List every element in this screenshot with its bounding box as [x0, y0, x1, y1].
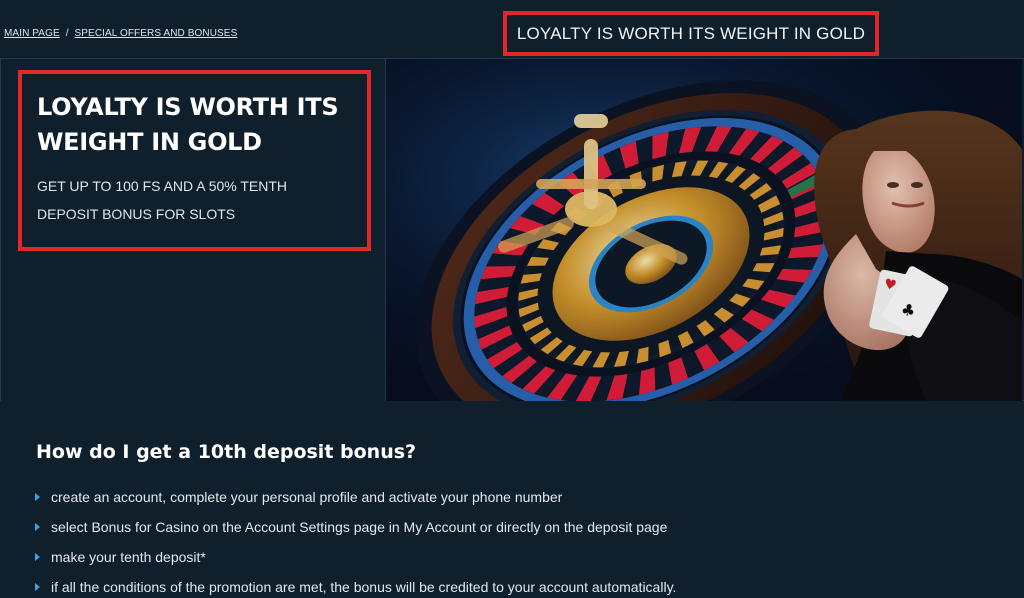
- bullet-triangle-icon: [35, 493, 40, 501]
- bullet-triangle-icon: [35, 553, 40, 561]
- promo-hero: LOYALTY IS WORTH ITS WEIGHT IN GOLD GET …: [0, 58, 1024, 401]
- hero-heading-line-2: WEIGHT IN GOLD: [37, 128, 262, 156]
- hero-heading-line-1: LOYALTY IS WORTH ITS: [37, 93, 339, 121]
- list-item: select Bonus for Casino on the Account S…: [34, 517, 676, 547]
- roulette-illustration: ♥ ♣: [386, 59, 1022, 401]
- instructions-list: create an account, complete your persona…: [34, 487, 676, 598]
- breadcrumb-separator: /: [65, 28, 69, 39]
- hero-subheading: GET UP TO 100 FS AND A 50% TENTH DEPOSIT…: [37, 178, 288, 222]
- bullet-triangle-icon: [35, 583, 40, 591]
- hero-image: ♥ ♣: [386, 59, 1022, 401]
- hero-heading: LOYALTY IS WORTH ITS WEIGHT IN GOLD: [37, 90, 353, 160]
- list-item: make your tenth deposit*: [34, 547, 676, 577]
- list-item: create an account, complete your persona…: [34, 487, 676, 517]
- breadcrumb: MAIN PAGE / SPECIAL OFFERS AND BONUSES: [4, 28, 237, 39]
- list-item: if all the conditions of the promotion a…: [34, 577, 676, 598]
- bullet-triangle-icon: [35, 523, 40, 531]
- hero-text-highlight: LOYALTY IS WORTH ITS WEIGHT IN GOLD GET …: [18, 70, 371, 251]
- breadcrumb-special-offers-link[interactable]: SPECIAL OFFERS AND BONUSES: [75, 28, 238, 39]
- step-text: make your tenth deposit*: [51, 549, 206, 565]
- step-text: if all the conditions of the promotion a…: [51, 579, 677, 595]
- promo-page: MAIN PAGE / SPECIAL OFFERS AND BONUSES L…: [0, 0, 1024, 598]
- bonus-instructions: How do I get a 10th deposit bonus? creat…: [0, 401, 1024, 598]
- step-text: create an account, complete your persona…: [51, 489, 563, 505]
- step-text: select Bonus for Casino on the Account S…: [51, 519, 668, 535]
- page-title: LOYALTY IS WORTH ITS WEIGHT IN GOLD: [516, 23, 866, 43]
- breadcrumb-main-page-link[interactable]: MAIN PAGE: [4, 28, 60, 39]
- top-bar: MAIN PAGE / SPECIAL OFFERS AND BONUSES L…: [0, 0, 1024, 58]
- page-title-highlight: LOYALTY IS WORTH ITS WEIGHT IN GOLD: [503, 11, 879, 56]
- hero-text-panel: LOYALTY IS WORTH ITS WEIGHT IN GOLD GET …: [0, 59, 386, 401]
- instructions-heading: How do I get a 10th deposit bonus?: [36, 441, 417, 463]
